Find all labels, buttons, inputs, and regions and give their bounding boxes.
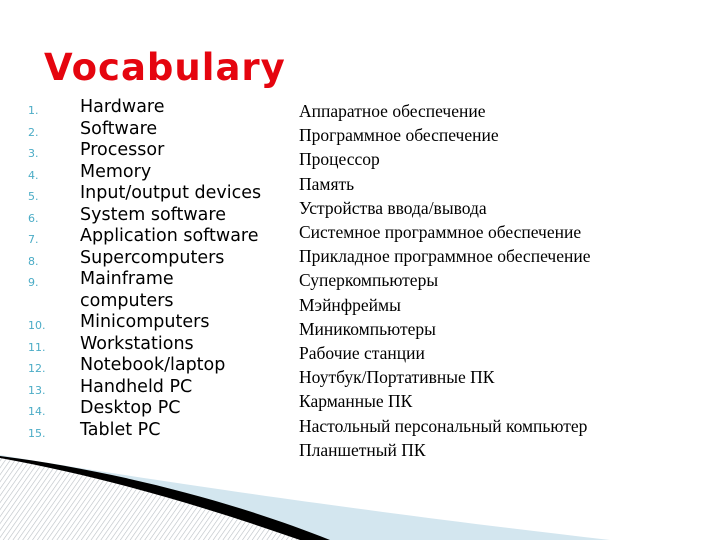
english-term: Processor bbox=[80, 140, 165, 160]
russian-term-item: Планшетный ПК bbox=[299, 439, 426, 460]
english-term-item: 5. Input/output devices bbox=[28, 183, 268, 205]
russian-term-item: Память bbox=[299, 173, 355, 194]
english-term: Minicomputers bbox=[80, 312, 210, 332]
english-term-item: 6. System software bbox=[28, 205, 268, 227]
russian-term-item: Процессор bbox=[299, 149, 380, 170]
russian-term-item: Мэйнфреймы bbox=[299, 294, 401, 315]
decor-black-wedge bbox=[0, 456, 330, 540]
english-term-item: 1. Hardware bbox=[28, 97, 268, 119]
russian-term-item: Ноутбук/Портативные ПК bbox=[299, 367, 495, 388]
slide-title: Vocabulary bbox=[44, 46, 286, 89]
russian-term-item: Устройства ввода/вывода bbox=[299, 197, 487, 218]
russian-term-item: Программное обеспечение bbox=[299, 125, 499, 146]
english-term-item: 9. Mainframe computers bbox=[28, 269, 268, 312]
english-term-item: 8. Supercomputers bbox=[28, 248, 268, 270]
russian-term-item: Прикладное программное обеспечение bbox=[299, 246, 591, 267]
english-term: Desktop PC bbox=[80, 398, 181, 418]
english-term: Mainframe computers bbox=[80, 269, 174, 311]
russian-term-item: Рабочие станции bbox=[299, 343, 425, 364]
english-term: Workstations bbox=[80, 333, 194, 354]
list-number: 15. bbox=[28, 426, 46, 440]
english-term: Memory bbox=[80, 161, 152, 182]
russian-terms-list: Аппаратное обеспечение Программное обеспе… bbox=[299, 99, 590, 462]
english-term-item: 10. Minicomputers bbox=[28, 312, 268, 334]
english-terms-list: 1. Hardware 2. Software 3. Processor 4. Memory 5… bbox=[28, 97, 268, 441]
english-term-item: 4. Memory bbox=[28, 162, 268, 184]
english-term: System software bbox=[80, 204, 226, 225]
slide: Vocabulary 1. Hardware 2. Software 3. Process… bbox=[0, 0, 720, 540]
english-term: Tablet PC bbox=[80, 419, 161, 440]
decor-light-blue-band bbox=[0, 455, 610, 540]
english-term-item: 13. Handheld PC bbox=[28, 377, 268, 399]
english-term-item: 2. Software bbox=[28, 119, 268, 141]
english-term-item: 7. Application software bbox=[28, 226, 268, 248]
russian-term-item: Суперкомпьютеры bbox=[299, 270, 439, 291]
decor-hatched-area bbox=[0, 458, 300, 540]
russian-term-item: Настольный персональный компьютер bbox=[299, 415, 588, 436]
russian-term-item: Аппаратное обеспечение bbox=[299, 101, 486, 121]
english-term-item: 3. Processor bbox=[28, 140, 268, 162]
english-term: Notebook/laptop bbox=[80, 355, 226, 375]
english-term-item: 12. Notebook/laptop bbox=[28, 355, 268, 377]
english-term: Handheld PC bbox=[80, 376, 193, 397]
english-term: Supercomputers bbox=[80, 247, 225, 268]
english-term: Software bbox=[80, 118, 158, 139]
english-term: Application software bbox=[80, 226, 259, 246]
list-number: 9. bbox=[28, 276, 39, 289]
english-term-item: 15. Tablet PC bbox=[28, 420, 268, 442]
russian-term-item: Миникомпьютеры bbox=[299, 318, 436, 339]
russian-term-item: Карманные ПК bbox=[299, 391, 413, 412]
russian-term-item: Системное программное обеспечение bbox=[299, 222, 582, 243]
english-term-item: 11. Workstations bbox=[28, 334, 268, 356]
english-term: Hardware bbox=[80, 97, 165, 117]
english-term: Input/output devices bbox=[80, 183, 262, 203]
english-term-item: 14. Desktop PC bbox=[28, 398, 268, 420]
